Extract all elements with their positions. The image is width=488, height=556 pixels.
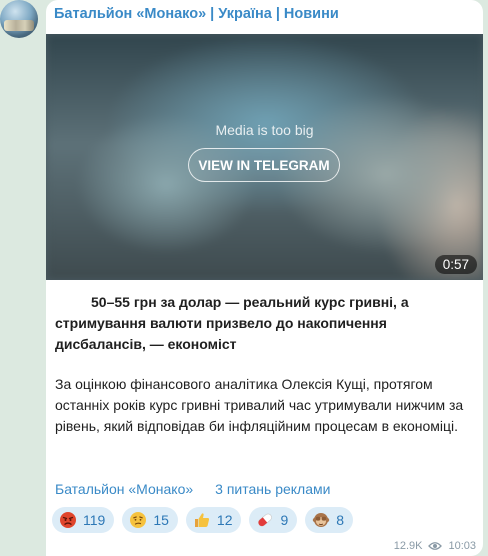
reaction-count: 15 <box>153 512 169 528</box>
angry-face-icon <box>59 511 77 529</box>
channel-name[interactable]: Батальйон «Монако» | Україна | Новини <box>54 6 339 22</box>
media-too-big-notice: Media is too big <box>215 122 314 138</box>
reactions-bar: 119 15 12 9 8 <box>52 507 354 533</box>
reaction-thumbs-up[interactable]: 12 <box>185 507 242 533</box>
eye-icon <box>428 542 443 550</box>
pill-icon <box>256 511 274 529</box>
reaction-count: 12 <box>216 512 233 528</box>
thumbs-up-icon <box>193 511 211 529</box>
post-body: За оцінкою фінансового аналітика Олексія… <box>55 376 464 434</box>
channel-link[interactable]: Батальйон «Монако» <box>55 481 193 497</box>
post-links: Батальйон «Монако» 3 питань реклами <box>55 481 477 497</box>
reaction-monkey[interactable]: 8 <box>305 507 354 533</box>
reaction-pill[interactable]: 9 <box>249 507 298 533</box>
view-count: 12.9K <box>393 540 423 552</box>
video-duration-badge: 0:57 <box>434 255 477 274</box>
see-no-evil-monkey-icon <box>312 511 330 529</box>
post-headline-text: 50–55 грн за долар — реальний курс гривн… <box>55 294 409 352</box>
reaction-count: 9 <box>280 512 289 528</box>
worried-face-icon <box>129 511 147 529</box>
reaction-angry[interactable]: 119 <box>52 507 115 533</box>
reaction-count: 8 <box>336 512 345 528</box>
view-in-telegram-button[interactable]: VIEW IN TELEGRAM <box>188 148 340 182</box>
message-meta: 12.9K 10:03 <box>394 540 476 552</box>
video-preview[interactable]: Media is too big VIEW IN TELEGRAM 0:57 <box>46 34 483 280</box>
message-time: 10:03 <box>448 540 476 552</box>
reaction-count: 119 <box>83 512 106 528</box>
post-headline: 50–55 грн за долар — реальний курс гривн… <box>55 292 477 355</box>
reaction-worried[interactable]: 15 <box>122 507 178 533</box>
ads-link[interactable]: 3 питань реклами <box>215 481 330 497</box>
channel-avatar[interactable] <box>0 0 38 38</box>
